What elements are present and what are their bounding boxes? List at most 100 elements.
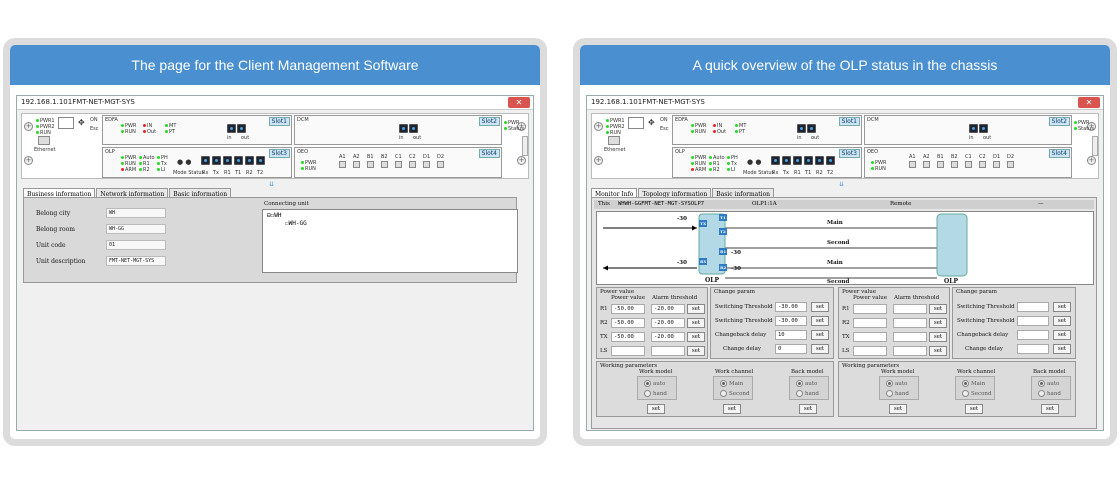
unit-desc-field[interactable]: FMT-NET-MGT-SYS xyxy=(106,256,166,266)
olp-port[interactable] xyxy=(212,156,221,165)
set-button[interactable]: set xyxy=(965,404,983,414)
slot4[interactable]: OEO Slot4 PWR RUN A1 A2 B1 B2 C1 C2 D1 D2 xyxy=(864,147,1072,178)
power-input[interactable]: -50.00 xyxy=(611,318,645,328)
sfp-port[interactable] xyxy=(409,161,416,168)
nav-pad-icon[interactable]: ✥ xyxy=(648,118,655,127)
slot4[interactable]: OEO Slot4 PWR RUN A1 A2 B1 B2 C1 C2 D1 D2 xyxy=(294,147,502,178)
sfp-port[interactable] xyxy=(395,161,402,168)
option-radio[interactable]: auto xyxy=(1038,380,1059,387)
alarm-input[interactable] xyxy=(893,304,927,314)
set-button[interactable]: set xyxy=(929,318,947,328)
alarm-input[interactable] xyxy=(893,346,927,356)
set-button[interactable]: set xyxy=(929,332,947,342)
alarm-input[interactable]: -20.00 xyxy=(651,304,685,314)
sfp-port[interactable] xyxy=(339,161,346,168)
set-button[interactable]: set xyxy=(687,332,705,342)
city-field[interactable]: WH xyxy=(106,208,166,218)
olp-port[interactable] xyxy=(826,156,835,165)
set-button[interactable]: set xyxy=(1041,404,1059,414)
sfp-port[interactable] xyxy=(353,161,360,168)
close-icon[interactable]: ✕ xyxy=(1078,97,1100,108)
olp-port[interactable] xyxy=(256,156,265,165)
sfp-port[interactable] xyxy=(1007,161,1014,168)
power-input[interactable]: -50.00 xyxy=(611,332,645,342)
alarm-input[interactable]: -20.00 xyxy=(651,332,685,342)
set-button[interactable]: set xyxy=(1053,344,1071,354)
set-button[interactable]: set xyxy=(799,404,817,414)
set-button[interactable]: set xyxy=(811,316,829,326)
option-radio[interactable]: hand xyxy=(886,390,909,397)
alarm-input[interactable]: -20.00 xyxy=(651,318,685,328)
ethernet-port[interactable] xyxy=(38,136,50,145)
sfp-port[interactable] xyxy=(909,161,916,168)
olp-port[interactable] xyxy=(245,156,254,165)
close-icon[interactable]: ✕ xyxy=(508,97,530,108)
olp-port[interactable] xyxy=(223,156,232,165)
slot3[interactable]: OLP Slot3 PWR RUN ARM Auto R1 R2 PH Tx LI ● ● Mode S… xyxy=(102,147,292,178)
slot1[interactable]: EDFA Slot1 PWR RUN IN Out MT PT in out xyxy=(102,115,292,145)
set-button[interactable]: set xyxy=(1053,316,1071,326)
power-input[interactable] xyxy=(853,332,887,342)
power-input[interactable] xyxy=(853,346,887,356)
option-radio[interactable]: Main xyxy=(720,380,743,387)
set-button[interactable]: set xyxy=(647,404,665,414)
olp-port[interactable] xyxy=(793,156,802,165)
room-field[interactable]: WH-GG xyxy=(106,224,166,234)
sfp-port[interactable] xyxy=(437,161,444,168)
option-radio[interactable]: hand xyxy=(644,390,667,397)
set-button[interactable]: set xyxy=(687,318,705,328)
change-input[interactable]: 10 xyxy=(775,330,807,340)
set-button[interactable]: set xyxy=(929,346,947,356)
alarm-input[interactable] xyxy=(651,346,685,356)
port-out[interactable] xyxy=(237,124,246,133)
port-in[interactable] xyxy=(227,124,236,133)
sfp-port[interactable] xyxy=(951,161,958,168)
option-radio[interactable]: auto xyxy=(644,380,665,387)
olp-port[interactable] xyxy=(815,156,824,165)
port-in[interactable] xyxy=(797,124,806,133)
sfp-port[interactable] xyxy=(993,161,1000,168)
nav-pad-icon[interactable]: ✥ xyxy=(78,118,85,127)
port-out[interactable] xyxy=(409,124,418,133)
change-input[interactable]: 0 xyxy=(775,344,807,354)
alarm-input[interactable] xyxy=(893,318,927,328)
slot2[interactable]: DCM Slot2 in out xyxy=(294,115,502,145)
change-input[interactable] xyxy=(1017,344,1049,354)
sfp-port[interactable] xyxy=(381,161,388,168)
olp-port[interactable] xyxy=(782,156,791,165)
set-button[interactable]: set xyxy=(929,304,947,314)
power-input[interactable] xyxy=(853,318,887,328)
option-radio[interactable]: Main xyxy=(962,380,985,387)
port-out[interactable] xyxy=(807,124,816,133)
set-button[interactable]: set xyxy=(687,304,705,314)
sfp-port[interactable] xyxy=(367,161,374,168)
sfp-port[interactable] xyxy=(965,161,972,168)
collapse-icon[interactable]: ⇊ xyxy=(269,181,274,188)
set-button[interactable]: set xyxy=(723,404,741,414)
change-input[interactable] xyxy=(1017,316,1049,326)
olp-port[interactable] xyxy=(201,156,210,165)
olp-port[interactable] xyxy=(234,156,243,165)
option-radio[interactable]: auto xyxy=(886,380,907,387)
port-out[interactable] xyxy=(979,124,988,133)
set-button[interactable]: set xyxy=(1053,302,1071,312)
olp-port[interactable] xyxy=(804,156,813,165)
ethernet-port[interactable] xyxy=(608,136,620,145)
set-button[interactable]: set xyxy=(1053,330,1071,340)
set-button[interactable]: set xyxy=(687,346,705,356)
alarm-input[interactable] xyxy=(893,332,927,342)
olp-port[interactable] xyxy=(771,156,780,165)
power-input[interactable] xyxy=(853,304,887,314)
set-button[interactable]: set xyxy=(811,302,829,312)
slot3[interactable]: OLP Slot3 PWR RUN ARM Auto R1 R2 PH Tx LI ● ● Mode S… xyxy=(672,147,862,178)
change-input[interactable]: -30.00 xyxy=(775,302,807,312)
set-button[interactable]: set xyxy=(811,330,829,340)
collapse-icon[interactable]: ⇊ xyxy=(839,181,844,188)
port-in[interactable] xyxy=(969,124,978,133)
power-input[interactable] xyxy=(611,346,645,356)
option-radio[interactable]: Second xyxy=(962,390,991,397)
set-button[interactable]: set xyxy=(889,404,907,414)
option-radio[interactable]: hand xyxy=(796,390,819,397)
power-input[interactable]: -50.00 xyxy=(611,304,645,314)
option-radio[interactable]: auto xyxy=(796,380,817,387)
